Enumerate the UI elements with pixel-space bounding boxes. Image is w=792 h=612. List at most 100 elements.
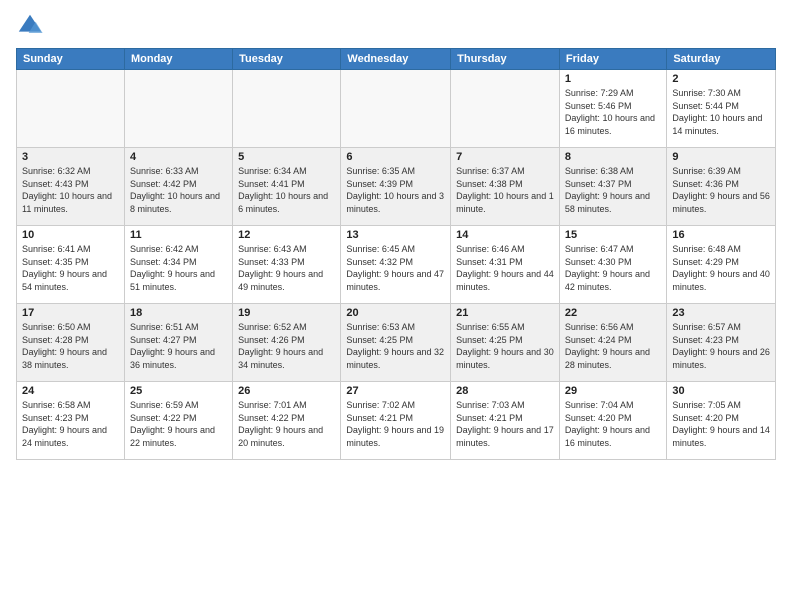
day-number: 11 bbox=[130, 229, 227, 241]
day-info: Sunrise: 6:38 AM Sunset: 4:37 PM Dayligh… bbox=[565, 165, 661, 215]
day-number: 16 bbox=[672, 229, 770, 241]
day-info: Sunrise: 6:48 AM Sunset: 4:29 PM Dayligh… bbox=[672, 243, 770, 293]
day-info: Sunrise: 6:58 AM Sunset: 4:23 PM Dayligh… bbox=[22, 399, 119, 449]
day-info: Sunrise: 6:52 AM Sunset: 4:26 PM Dayligh… bbox=[238, 321, 335, 371]
calendar-week-3: 10 Sunrise: 6:41 AM Sunset: 4:35 PM Dayli… bbox=[17, 226, 776, 304]
calendar-cell: 13 Sunrise: 6:45 AM Sunset: 4:32 PM Dayli… bbox=[341, 226, 451, 304]
day-info: Sunrise: 7:01 AM Sunset: 4:22 PM Dayligh… bbox=[238, 399, 335, 449]
day-number: 14 bbox=[456, 229, 554, 241]
calendar-week-4: 17 Sunrise: 6:50 AM Sunset: 4:28 PM Dayli… bbox=[17, 304, 776, 382]
day-number: 4 bbox=[130, 151, 227, 163]
day-number: 21 bbox=[456, 307, 554, 319]
day-number: 15 bbox=[565, 229, 661, 241]
day-number: 7 bbox=[456, 151, 554, 163]
calendar-cell: 11 Sunrise: 6:42 AM Sunset: 4:34 PM Dayli… bbox=[124, 226, 232, 304]
logo bbox=[16, 12, 48, 40]
calendar-cell: 29Sunrise: 7:04 AM Sunset: 4:20 PM Dayli… bbox=[559, 382, 666, 460]
calendar-cell bbox=[124, 70, 232, 148]
day-info: Sunrise: 6:41 AM Sunset: 4:35 PM Dayligh… bbox=[22, 243, 119, 293]
calendar-week-2: 3 Sunrise: 6:32 AM Sunset: 4:43 PM Daylig… bbox=[17, 148, 776, 226]
day-number: 3 bbox=[22, 151, 119, 163]
calendar-cell: 8 Sunrise: 6:38 AM Sunset: 4:37 PM Daylig… bbox=[559, 148, 666, 226]
day-info: Sunrise: 6:45 AM Sunset: 4:32 PM Dayligh… bbox=[346, 243, 445, 293]
day-info: Sunrise: 6:37 AM Sunset: 4:38 PM Dayligh… bbox=[456, 165, 554, 215]
calendar-cell: 6 Sunrise: 6:35 AM Sunset: 4:39 PM Daylig… bbox=[341, 148, 451, 226]
day-info: Sunrise: 6:55 AM Sunset: 4:25 PM Dayligh… bbox=[456, 321, 554, 371]
day-header-tuesday: Tuesday bbox=[233, 49, 341, 70]
day-header-thursday: Thursday bbox=[451, 49, 560, 70]
day-info: Sunrise: 6:50 AM Sunset: 4:28 PM Dayligh… bbox=[22, 321, 119, 371]
day-number: 20 bbox=[346, 307, 445, 319]
calendar-cell: 15 Sunrise: 6:47 AM Sunset: 4:30 PM Dayli… bbox=[559, 226, 666, 304]
day-info: Sunrise: 6:34 AM Sunset: 4:41 PM Dayligh… bbox=[238, 165, 335, 215]
day-number: 10 bbox=[22, 229, 119, 241]
day-info: Sunrise: 6:32 AM Sunset: 4:43 PM Dayligh… bbox=[22, 165, 119, 215]
calendar-header-row: SundayMondayTuesdayWednesdayThursdayFrid… bbox=[17, 49, 776, 70]
day-number: 6 bbox=[346, 151, 445, 163]
day-number: 28 bbox=[456, 385, 554, 397]
day-header-monday: Monday bbox=[124, 49, 232, 70]
calendar-cell: 16 Sunrise: 6:48 AM Sunset: 4:29 PM Dayli… bbox=[667, 226, 776, 304]
day-number: 18 bbox=[130, 307, 227, 319]
calendar-cell: 25Sunrise: 6:59 AM Sunset: 4:22 PM Dayli… bbox=[124, 382, 232, 460]
day-number: 2 bbox=[672, 73, 770, 85]
day-number: 1 bbox=[565, 73, 661, 85]
day-info: Sunrise: 6:35 AM Sunset: 4:39 PM Dayligh… bbox=[346, 165, 445, 215]
day-number: 24 bbox=[22, 385, 119, 397]
calendar-cell bbox=[233, 70, 341, 148]
day-info: Sunrise: 6:46 AM Sunset: 4:31 PM Dayligh… bbox=[456, 243, 554, 293]
calendar-cell: 22Sunrise: 6:56 AM Sunset: 4:24 PM Dayli… bbox=[559, 304, 666, 382]
day-info: Sunrise: 7:02 AM Sunset: 4:21 PM Dayligh… bbox=[346, 399, 445, 449]
day-header-friday: Friday bbox=[559, 49, 666, 70]
day-number: 5 bbox=[238, 151, 335, 163]
day-number: 26 bbox=[238, 385, 335, 397]
day-info: Sunrise: 7:05 AM Sunset: 4:20 PM Dayligh… bbox=[672, 399, 770, 449]
logo-icon bbox=[16, 12, 44, 40]
day-number: 23 bbox=[672, 307, 770, 319]
calendar-cell: 24 Sunrise: 6:58 AM Sunset: 4:23 PM Dayli… bbox=[17, 382, 125, 460]
calendar-cell: 20Sunrise: 6:53 AM Sunset: 4:25 PM Dayli… bbox=[341, 304, 451, 382]
calendar-cell: 3 Sunrise: 6:32 AM Sunset: 4:43 PM Daylig… bbox=[17, 148, 125, 226]
calendar-cell: 17 Sunrise: 6:50 AM Sunset: 4:28 PM Dayli… bbox=[17, 304, 125, 382]
day-number: 30 bbox=[672, 385, 770, 397]
day-info: Sunrise: 6:33 AM Sunset: 4:42 PM Dayligh… bbox=[130, 165, 227, 215]
calendar-cell bbox=[341, 70, 451, 148]
calendar-cell: 7 Sunrise: 6:37 AM Sunset: 4:38 PM Daylig… bbox=[451, 148, 560, 226]
calendar-cell: 4 Sunrise: 6:33 AM Sunset: 4:42 PM Daylig… bbox=[124, 148, 232, 226]
day-info: Sunrise: 6:39 AM Sunset: 4:36 PM Dayligh… bbox=[672, 165, 770, 215]
calendar-cell bbox=[17, 70, 125, 148]
page: SundayMondayTuesdayWednesdayThursdayFrid… bbox=[0, 0, 792, 612]
day-number: 8 bbox=[565, 151, 661, 163]
calendar-cell: 9Sunrise: 6:39 AM Sunset: 4:36 PM Daylig… bbox=[667, 148, 776, 226]
calendar-cell: 18Sunrise: 6:51 AM Sunset: 4:27 PM Dayli… bbox=[124, 304, 232, 382]
day-number: 13 bbox=[346, 229, 445, 241]
calendar-cell: 19Sunrise: 6:52 AM Sunset: 4:26 PM Dayli… bbox=[233, 304, 341, 382]
calendar-cell: 30 Sunrise: 7:05 AM Sunset: 4:20 PM Dayli… bbox=[667, 382, 776, 460]
calendar-cell: 21 Sunrise: 6:55 AM Sunset: 4:25 PM Dayli… bbox=[451, 304, 560, 382]
day-info: Sunrise: 6:42 AM Sunset: 4:34 PM Dayligh… bbox=[130, 243, 227, 293]
day-number: 12 bbox=[238, 229, 335, 241]
calendar-cell: 5 Sunrise: 6:34 AM Sunset: 4:41 PM Daylig… bbox=[233, 148, 341, 226]
calendar-week-1: 1 Sunrise: 7:29 AM Sunset: 5:46 PM Daylig… bbox=[17, 70, 776, 148]
calendar-cell: 2Sunrise: 7:30 AM Sunset: 5:44 PM Daylig… bbox=[667, 70, 776, 148]
calendar-cell: 14 Sunrise: 6:46 AM Sunset: 4:31 PM Dayli… bbox=[451, 226, 560, 304]
day-info: Sunrise: 7:29 AM Sunset: 5:46 PM Dayligh… bbox=[565, 87, 661, 137]
day-info: Sunrise: 7:03 AM Sunset: 4:21 PM Dayligh… bbox=[456, 399, 554, 449]
calendar-cell: 12 Sunrise: 6:43 AM Sunset: 4:33 PM Dayli… bbox=[233, 226, 341, 304]
calendar-cell: 26 Sunrise: 7:01 AM Sunset: 4:22 PM Dayli… bbox=[233, 382, 341, 460]
day-info: Sunrise: 7:04 AM Sunset: 4:20 PM Dayligh… bbox=[565, 399, 661, 449]
day-header-sunday: Sunday bbox=[17, 49, 125, 70]
day-info: Sunrise: 6:47 AM Sunset: 4:30 PM Dayligh… bbox=[565, 243, 661, 293]
day-info: Sunrise: 6:57 AM Sunset: 4:23 PM Dayligh… bbox=[672, 321, 770, 371]
calendar-cell: 1 Sunrise: 7:29 AM Sunset: 5:46 PM Daylig… bbox=[559, 70, 666, 148]
day-number: 17 bbox=[22, 307, 119, 319]
calendar-cell: 23 Sunrise: 6:57 AM Sunset: 4:23 PM Dayli… bbox=[667, 304, 776, 382]
day-number: 27 bbox=[346, 385, 445, 397]
calendar-cell: 28 Sunrise: 7:03 AM Sunset: 4:21 PM Dayli… bbox=[451, 382, 560, 460]
day-number: 25 bbox=[130, 385, 227, 397]
day-info: Sunrise: 6:43 AM Sunset: 4:33 PM Dayligh… bbox=[238, 243, 335, 293]
day-info: Sunrise: 6:56 AM Sunset: 4:24 PM Dayligh… bbox=[565, 321, 661, 371]
calendar-cell: 10 Sunrise: 6:41 AM Sunset: 4:35 PM Dayli… bbox=[17, 226, 125, 304]
header bbox=[16, 12, 776, 40]
day-header-saturday: Saturday bbox=[667, 49, 776, 70]
